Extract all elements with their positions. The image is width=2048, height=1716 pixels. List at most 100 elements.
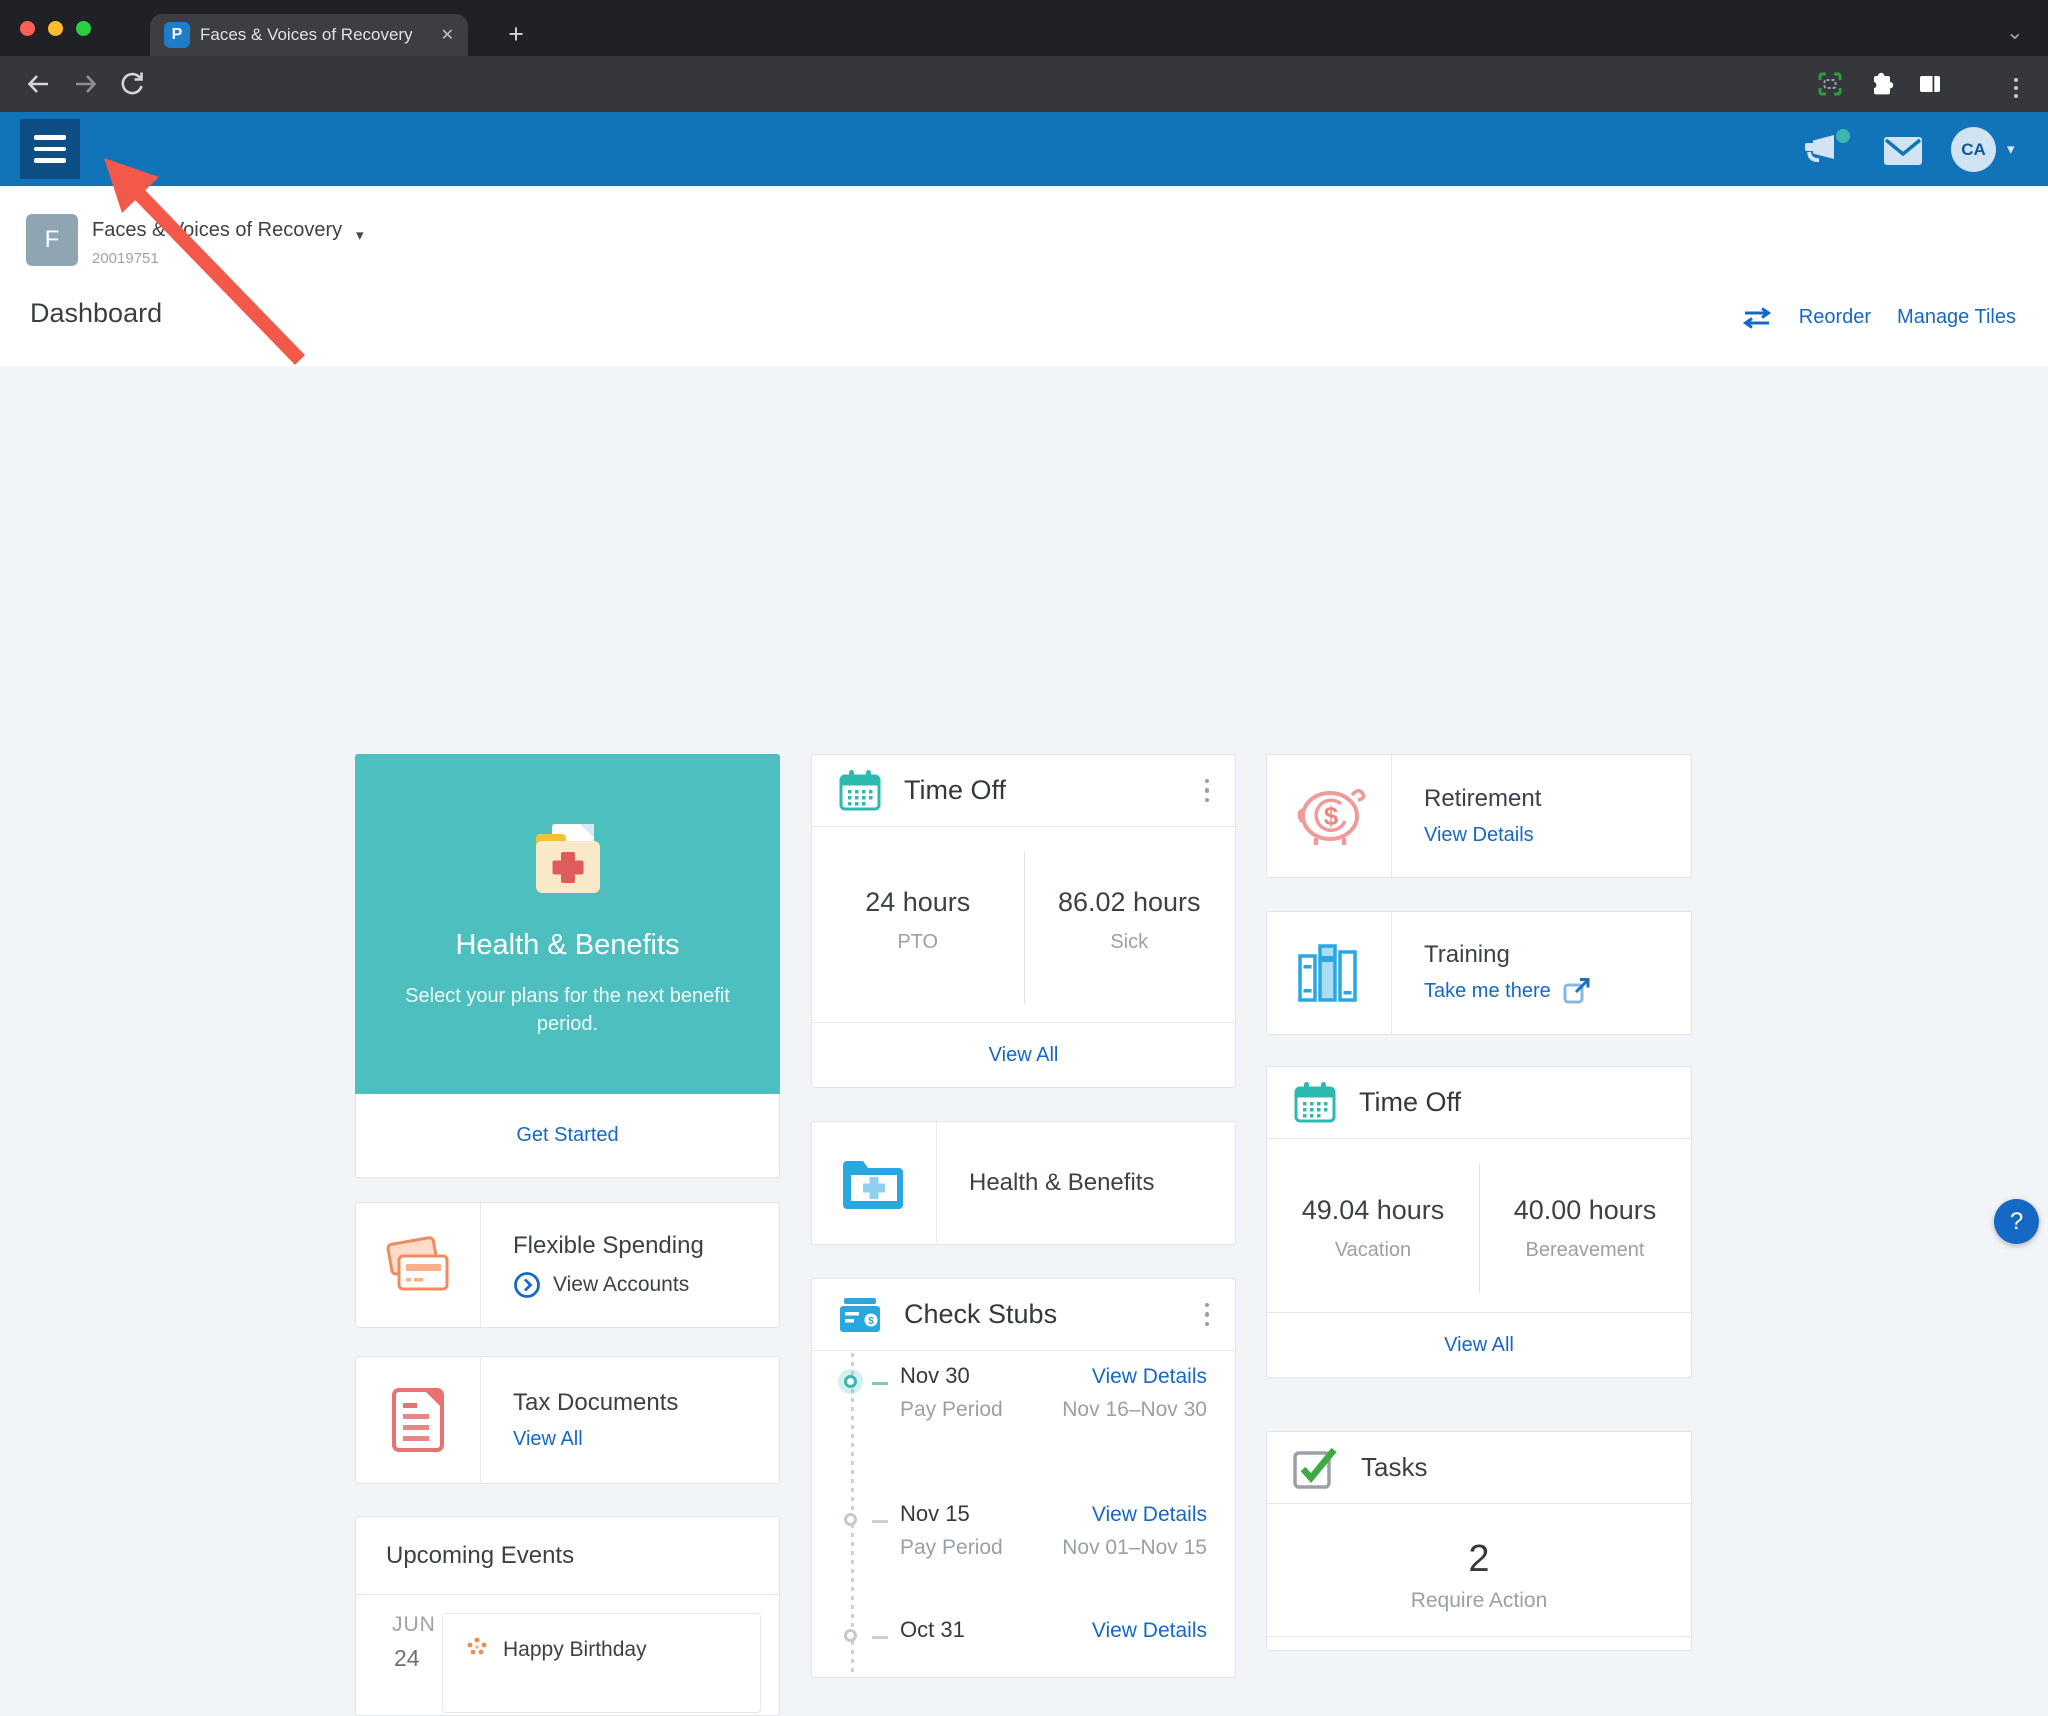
timeline-dot	[844, 1629, 857, 1642]
get-started-link[interactable]: Get Started	[516, 1124, 618, 1147]
back-icon[interactable]	[24, 70, 52, 98]
tab-title: Faces & Voices of Recovery (2	[200, 25, 412, 45]
company-name: Faces & Voices of Recovery	[92, 219, 342, 242]
celebration-burst-icon	[465, 1636, 489, 1660]
external-link-icon	[1563, 977, 1591, 1005]
spending-cards-icon	[382, 1236, 454, 1294]
timeline-dot-current	[844, 1375, 857, 1388]
svg-text:$: $	[868, 1316, 874, 1327]
company-selector-caret-icon[interactable]: ▾	[356, 226, 364, 244]
tile-menu-icon[interactable]	[1205, 1303, 1210, 1327]
tile-flexible-spending[interactable]: Flexible Spending View Accounts	[355, 1202, 780, 1328]
calendar-icon	[1293, 1081, 1337, 1125]
page-header: F Faces & Voices of Recovery ▾ 20019751 …	[0, 186, 2048, 366]
tile-menu-icon[interactable]	[1205, 779, 1210, 803]
pto-hours: 24 hours	[812, 827, 1024, 918]
tile-check-stubs[interactable]: $ Check Stubs Nov 30 View Details Pay Pe…	[811, 1278, 1236, 1678]
stub-date: Nov 15	[900, 1501, 970, 1527]
health-benefits-title: Health & Benefits	[969, 1169, 1235, 1197]
flexible-spending-title: Flexible Spending	[513, 1232, 779, 1260]
tile-retirement[interactable]: $ Retirement View Details	[1266, 754, 1692, 878]
tile-upcoming-events[interactable]: Upcoming Events JUN 24 Happy Birthday	[355, 1516, 780, 1716]
medical-folder-icon	[516, 824, 620, 910]
extensions-puzzle-icon[interactable]	[1870, 72, 1894, 96]
notification-dot	[1836, 129, 1850, 143]
sick-hours: 86.02 hours	[1024, 827, 1236, 918]
stub-view-details-link[interactable]: View Details	[1092, 1619, 1207, 1643]
tile-health-benefits-promo[interactable]: Health & Benefits Select your plans for …	[355, 754, 780, 1178]
browser-toolbar: myapps.paychex.com/landing_remote/login.…	[0, 56, 2048, 112]
announcements-megaphone-icon[interactable]	[1800, 133, 1840, 169]
event-label: Happy Birthday	[503, 1638, 647, 1662]
screenshot-extension-icon[interactable]	[1818, 72, 1842, 96]
browser-tab[interactable]: P Faces & Voices of Recovery (2 ✕	[150, 14, 468, 56]
side-panel-icon[interactable]	[1918, 72, 1942, 96]
tax-view-all-link[interactable]: View All	[513, 1428, 583, 1451]
user-menu-caret-icon[interactable]: ▾	[2007, 140, 2015, 158]
promo-top: Health & Benefits Select your plans for …	[355, 754, 780, 1094]
vacation-hours: 49.04 hours	[1267, 1139, 1479, 1226]
reorder-icon[interactable]	[1741, 307, 1773, 329]
time-off-view-all-link[interactable]: View All	[1444, 1334, 1514, 1357]
reload-icon[interactable]	[118, 70, 146, 98]
stub-view-details-link[interactable]: View Details	[1092, 1503, 1207, 1527]
messages-envelope-icon[interactable]	[1884, 137, 1922, 165]
event-card[interactable]: Happy Birthday	[442, 1613, 761, 1713]
hamburger-menu-button[interactable]	[20, 119, 80, 179]
tab-search-chevron-icon[interactable]: ⌄	[2006, 20, 2024, 45]
check-stub-row: Nov 30 View Details Pay Period Nov 16–No…	[900, 1363, 1207, 1422]
stub-view-details-link[interactable]: View Details	[1092, 1365, 1207, 1389]
time-off-title: Time Off	[1359, 1087, 1461, 1118]
window-controls	[20, 21, 91, 36]
sick-label: Sick	[1024, 931, 1236, 954]
bereavement-label: Bereavement	[1479, 1239, 1691, 1262]
check-stub-row: Nov 15 View Details Pay Period Nov 01–No…	[900, 1501, 1207, 1560]
chrome-menu-icon[interactable]	[2014, 78, 2018, 98]
tax-document-icon	[391, 1387, 445, 1453]
tile-health-benefits[interactable]: Health & Benefits	[811, 1121, 1236, 1245]
stub-range: Nov 01–Nov 15	[1062, 1536, 1207, 1560]
tile-training[interactable]: Training Take me there	[1266, 911, 1692, 1035]
take-me-there-link[interactable]: Take me there	[1424, 980, 1551, 1003]
piggy-bank-icon: $	[1286, 782, 1372, 850]
window-zoom-button[interactable]	[76, 21, 91, 36]
window-close-button[interactable]	[20, 21, 35, 36]
tasks-checkbox-icon	[1293, 1445, 1339, 1491]
check-stub-row: Oct 31 View Details	[900, 1617, 1207, 1643]
stub-date: Nov 30	[900, 1363, 970, 1389]
tile-tax-documents[interactable]: Tax Documents View All	[355, 1356, 780, 1484]
tile-tasks[interactable]: Tasks 2 Require Action	[1266, 1431, 1692, 1651]
forward-icon[interactable]	[72, 70, 100, 98]
window-minimize-button[interactable]	[48, 21, 63, 36]
retirement-view-details-link[interactable]: View Details	[1424, 824, 1534, 847]
check-stubs-icon: $	[838, 1294, 882, 1336]
manage-tiles-button[interactable]: Manage Tiles	[1897, 306, 2016, 329]
tasks-title: Tasks	[1361, 1452, 1427, 1483]
company-avatar: F	[26, 214, 78, 266]
company-id: 20019751	[92, 250, 159, 267]
dashboard-content: Health & Benefits Select your plans for …	[0, 366, 2048, 1280]
paychex-favicon: P	[164, 22, 190, 48]
help-button[interactable]: ?	[1994, 1199, 2039, 1244]
stub-range: Nov 16–Nov 30	[1062, 1398, 1207, 1422]
promo-title: Health & Benefits	[355, 929, 780, 962]
page-title: Dashboard	[30, 298, 162, 329]
new-tab-button[interactable]: +	[496, 14, 536, 54]
tile-time-off-vacation[interactable]: Time Off 49.04 hours Vacation 40.00 hour…	[1266, 1066, 1692, 1378]
training-title: Training	[1424, 941, 1691, 969]
stub-sub: Pay Period	[900, 1536, 1003, 1560]
tasks-label: Require Action	[1267, 1589, 1691, 1613]
stub-sub: Pay Period	[900, 1398, 1003, 1422]
tile-time-off-pto[interactable]: Time Off 24 hours PTO 86.02 hours Sick V…	[811, 754, 1236, 1088]
calendar-icon	[838, 769, 882, 813]
retirement-title: Retirement	[1424, 785, 1691, 813]
health-folder-icon	[841, 1157, 907, 1209]
tax-documents-title: Tax Documents	[513, 1389, 779, 1417]
tab-close-icon[interactable]: ✕	[441, 25, 454, 45]
circle-chevron-icon	[513, 1271, 541, 1299]
user-avatar[interactable]: CA	[1951, 127, 1996, 172]
time-off-view-all-link[interactable]: View All	[989, 1044, 1059, 1067]
event-day: 24	[394, 1645, 420, 1672]
reorder-button[interactable]: Reorder	[1799, 306, 1871, 329]
view-accounts-link[interactable]: View Accounts	[553, 1273, 689, 1297]
